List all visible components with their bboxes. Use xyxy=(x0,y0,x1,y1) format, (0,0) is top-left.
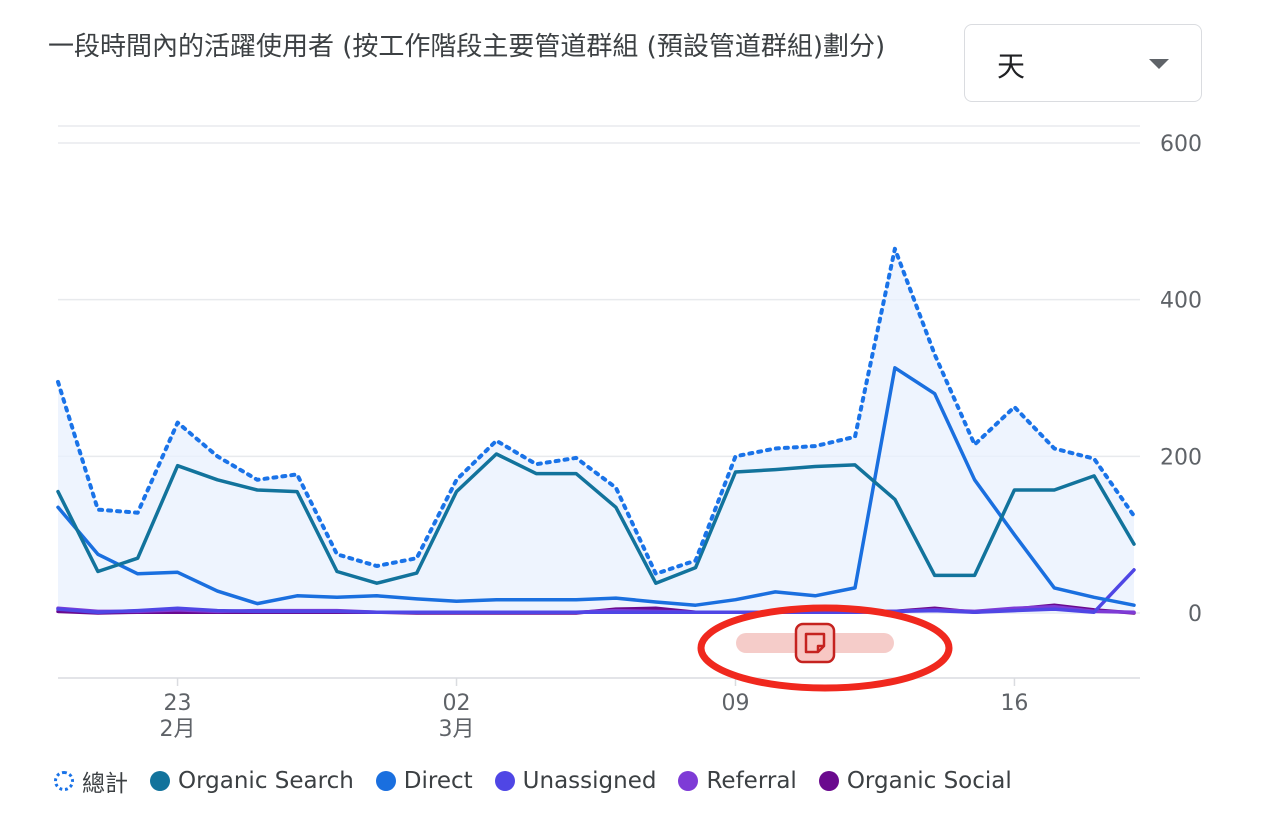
annotation-note-icon xyxy=(794,622,836,664)
x-tick-label: 09 xyxy=(721,691,749,716)
legend-label: Organic Search xyxy=(178,768,354,794)
legend-item-organic-social[interactable]: Organic Social xyxy=(818,768,1012,794)
granularity-dropdown[interactable]: 天 xyxy=(964,24,1202,102)
legend-swatch-icon xyxy=(678,771,699,791)
chevron-down-icon xyxy=(1149,59,1169,69)
y-tick-label: 600 xyxy=(1160,132,1202,157)
legend-label: 總計 xyxy=(82,771,128,797)
y-tick-label: 400 xyxy=(1160,289,1202,314)
granularity-selected-value: 天 xyxy=(997,50,1026,83)
chart-title: 一段時間內的活躍使用者 (按工作階段主要管道群組 (預設管道群組)劃分) xyxy=(48,32,886,62)
legend-label: Organic Social xyxy=(846,768,1012,794)
total-area-fill xyxy=(58,248,1134,614)
legend-item-referral[interactable]: Referral xyxy=(678,768,797,794)
legend-swatch-icon xyxy=(150,771,170,791)
x-tick-sublabel: 3月 xyxy=(439,717,475,742)
x-tick-label: 16 xyxy=(1000,691,1028,716)
legend-swatch-icon xyxy=(54,771,74,791)
legend-swatch-icon xyxy=(818,771,839,791)
legend-label: Unassigned xyxy=(522,768,657,794)
legend-item-total[interactable]: 總計 xyxy=(54,764,128,798)
y-tick-label: 200 xyxy=(1160,445,1202,470)
y-tick-label: 0 xyxy=(1188,602,1202,627)
legend-item-direct[interactable]: Direct xyxy=(375,768,473,794)
legend-item-organic-search[interactable]: Organic Search xyxy=(150,768,354,794)
x-tick-label: 02 xyxy=(443,691,471,716)
x-tick-label: 23 xyxy=(164,691,192,716)
legend-item-unassigned[interactable]: Unassigned xyxy=(494,768,657,794)
chart-legend: 總計 Organic Search Direct Unassigned Referral… xyxy=(54,764,1034,798)
x-tick-sublabel: 2月 xyxy=(160,717,196,742)
legend-swatch-icon xyxy=(375,771,396,791)
legend-swatch-icon xyxy=(494,771,515,791)
line-chart: 0 200 400 600 232月 023月 09 16 xyxy=(56,125,1202,742)
legend-label: Referral xyxy=(706,768,797,794)
legend-label: Direct xyxy=(403,768,473,794)
